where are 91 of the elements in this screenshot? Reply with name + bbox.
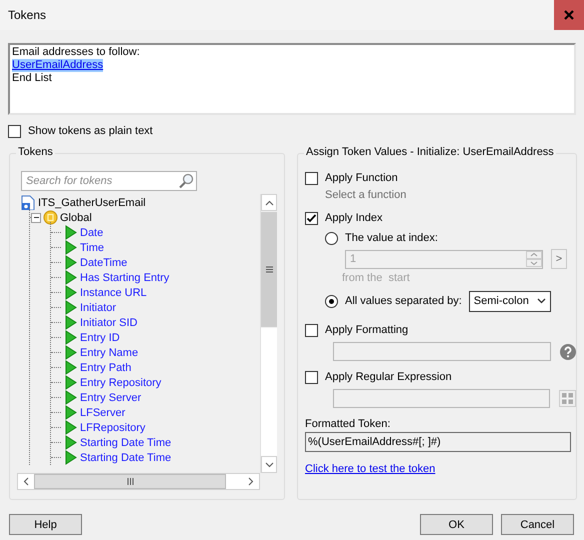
radio-label: The value at index: (345, 232, 438, 244)
checkbox[interactable] (305, 212, 318, 224)
close-button[interactable] (554, 0, 584, 30)
spin-down-icon (526, 258, 542, 266)
tree-item[interactable]: Initiator (78, 302, 118, 314)
checkbox[interactable] (8, 124, 21, 138)
tree-item[interactable]: Date (78, 226, 106, 238)
formatting-field[interactable] (333, 342, 551, 361)
play-icon (63, 390, 78, 405)
tree-item[interactable]: Entry Path (78, 362, 134, 374)
field-label: Formatted Token: (305, 418, 392, 430)
tree-item[interactable]: LFServer (78, 406, 128, 418)
index-note: from the start (342, 272, 411, 286)
play-icon (63, 375, 78, 390)
tree-item[interactable]: Starting Date Time (78, 452, 174, 464)
play-icon (63, 435, 78, 450)
checkbox[interactable] (305, 370, 318, 384)
minus-icon (32, 214, 40, 221)
checkbox[interactable] (305, 324, 318, 336)
play-icon (63, 300, 78, 315)
tree-item[interactable]: Entry Repository (78, 376, 164, 388)
tree-item[interactable]: Has Starting Entry (78, 272, 172, 284)
tree-item[interactable]: Global (58, 212, 94, 224)
radio-button[interactable] (325, 232, 338, 244)
search-icon (178, 173, 194, 189)
help-icon (560, 344, 576, 360)
tree-item[interactable]: Entry ID (78, 332, 122, 344)
play-icon (63, 420, 78, 435)
caret-left-icon (23, 477, 29, 486)
tree-item[interactable]: DateTime (78, 256, 130, 268)
tree-item[interactable]: ITS_GatherUserEmail (36, 196, 148, 208)
tree-item[interactable]: Entry Server (78, 392, 144, 404)
horizontal-scrollbar[interactable] (17, 473, 260, 490)
formatted-token-field[interactable]: %(UserEmailAddress#[; ]#) (305, 432, 571, 452)
caret-down-icon (536, 298, 546, 304)
grid-icon (559, 390, 576, 407)
group-title: Tokens (16, 146, 55, 158)
play-icon (63, 240, 78, 255)
play-icon (63, 360, 78, 375)
play-icon (63, 330, 78, 345)
document-icon (21, 195, 36, 210)
search-field[interactable]: Search for tokens (21, 171, 197, 191)
caret-right-icon (248, 477, 254, 486)
checkbox-label: Show tokens as plain text (28, 125, 153, 137)
checkbox[interactable] (305, 172, 318, 184)
text-line: Email addresses to follow: (12, 46, 140, 59)
window-title: Tokens (7, 8, 46, 22)
grip-icon (126, 478, 134, 485)
tree-item[interactable]: Time (78, 242, 106, 254)
grip-icon (266, 266, 272, 273)
caret-up-icon (264, 200, 274, 206)
regex-field[interactable] (333, 389, 550, 408)
play-icon (63, 450, 78, 465)
expander-icon[interactable] (31, 212, 41, 222)
play-icon (63, 255, 78, 270)
vertical-scrollbar[interactable] (260, 194, 277, 473)
checkbox-label: Apply Index (325, 212, 382, 224)
text-line: End List (12, 72, 52, 85)
tree-item[interactable]: LFRepository (78, 422, 148, 434)
hint-text: Select a function (325, 189, 408, 203)
test-token-link[interactable]: Click here to test the token (305, 463, 436, 475)
play-icon (63, 270, 78, 285)
spin-up-icon (526, 250, 542, 258)
tree-item[interactable]: Instance URL (78, 286, 149, 298)
cancel-button[interactable]: Cancel (501, 514, 574, 535)
checkbox-label: Apply Regular Expression (325, 371, 452, 383)
token-link[interactable]: UserEmailAddress (12, 59, 104, 72)
separator-dropdown[interactable]: Semi-colon (468, 290, 551, 312)
group-title: Assign Token Values - Initialize: UserEmailAddress (304, 146, 556, 158)
play-icon (63, 345, 78, 360)
coin-icon (43, 210, 58, 225)
tree-item[interactable]: Initiator SID (78, 316, 140, 328)
insert-button[interactable]: > (551, 249, 567, 269)
radio-button[interactable] (325, 294, 338, 308)
help-button[interactable]: Help (9, 514, 82, 535)
checkbox-label: Apply Function (325, 172, 398, 184)
play-icon (63, 285, 78, 300)
token-text-area[interactable]: Email addresses to follow: UserEmailAddress End List (8, 43, 576, 115)
tree-item[interactable]: Starting Date Time (78, 436, 174, 448)
play-icon (63, 225, 78, 240)
checkbox-label: Apply Formatting (325, 324, 408, 336)
tree-item[interactable]: Entry Name (78, 346, 140, 358)
ok-button[interactable]: OK (420, 514, 493, 535)
caret-down-icon (264, 462, 274, 468)
check-icon (306, 212, 317, 224)
radio-label: All values separated by: (345, 295, 462, 307)
play-icon (63, 405, 78, 420)
close-icon (564, 10, 574, 20)
play-icon (63, 315, 78, 330)
spin-value: 1 (350, 253, 356, 265)
dropdown-value: Semi-colon (474, 295, 529, 307)
